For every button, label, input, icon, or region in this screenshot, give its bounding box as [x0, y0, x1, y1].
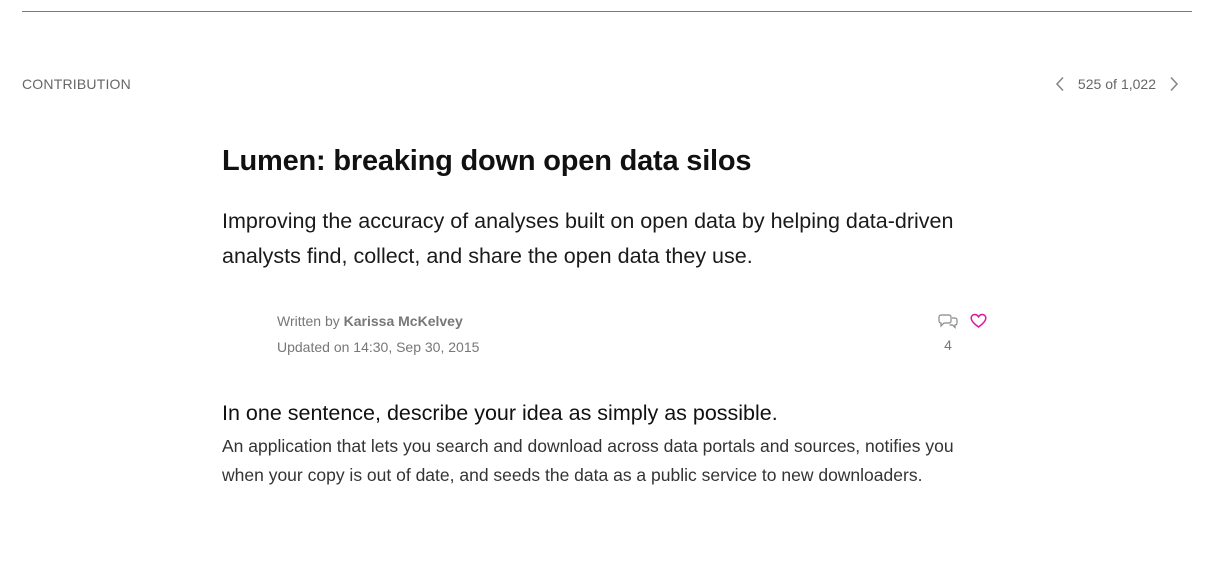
question-heading: In one sentence, describe your idea as s…: [222, 401, 778, 425]
section-label: CONTRIBUTION: [22, 76, 131, 92]
comment-count: 4: [944, 337, 952, 353]
answer-text: An application that lets you search and …: [222, 436, 954, 485]
chevron-right-icon[interactable]: [1164, 74, 1184, 94]
chevron-left-icon[interactable]: [1050, 74, 1070, 94]
written-by: Written by Karissa McKelvey: [277, 308, 479, 334]
comment-icon: [938, 313, 958, 334]
updated-timestamp: Updated on 14:30, Sep 30, 2015: [277, 339, 480, 355]
article-actions: 4: [938, 313, 987, 353]
byline-text: Written by Karissa McKelvey Updated on 1…: [277, 308, 479, 360]
article-title: Lumen: breaking down open data silos: [222, 145, 752, 177]
pager-of: of: [1105, 76, 1117, 92]
byline: Written by Karissa McKelvey Updated on 1…: [222, 308, 1002, 368]
author-name[interactable]: Karissa McKelvey: [344, 313, 463, 329]
pager-count: 525 of 1,022: [1078, 76, 1156, 92]
page: CONTRIBUTION 525 of 1,022 Lumen: breakin…: [0, 0, 1208, 564]
pager-total: 1,022: [1120, 76, 1156, 92]
heart-icon[interactable]: [970, 313, 987, 334]
pager-current: 525: [1077, 76, 1102, 92]
top-divider: [22, 11, 1192, 12]
pager: 525 of 1,022: [1050, 74, 1184, 94]
article: Lumen: breaking down open data silos Imp…: [222, 140, 1002, 490]
written-by-prefix: Written by: [277, 313, 340, 329]
article-summary: Improving the accuracy of analyses built…: [222, 209, 954, 268]
comment-button[interactable]: 4: [938, 313, 958, 353]
